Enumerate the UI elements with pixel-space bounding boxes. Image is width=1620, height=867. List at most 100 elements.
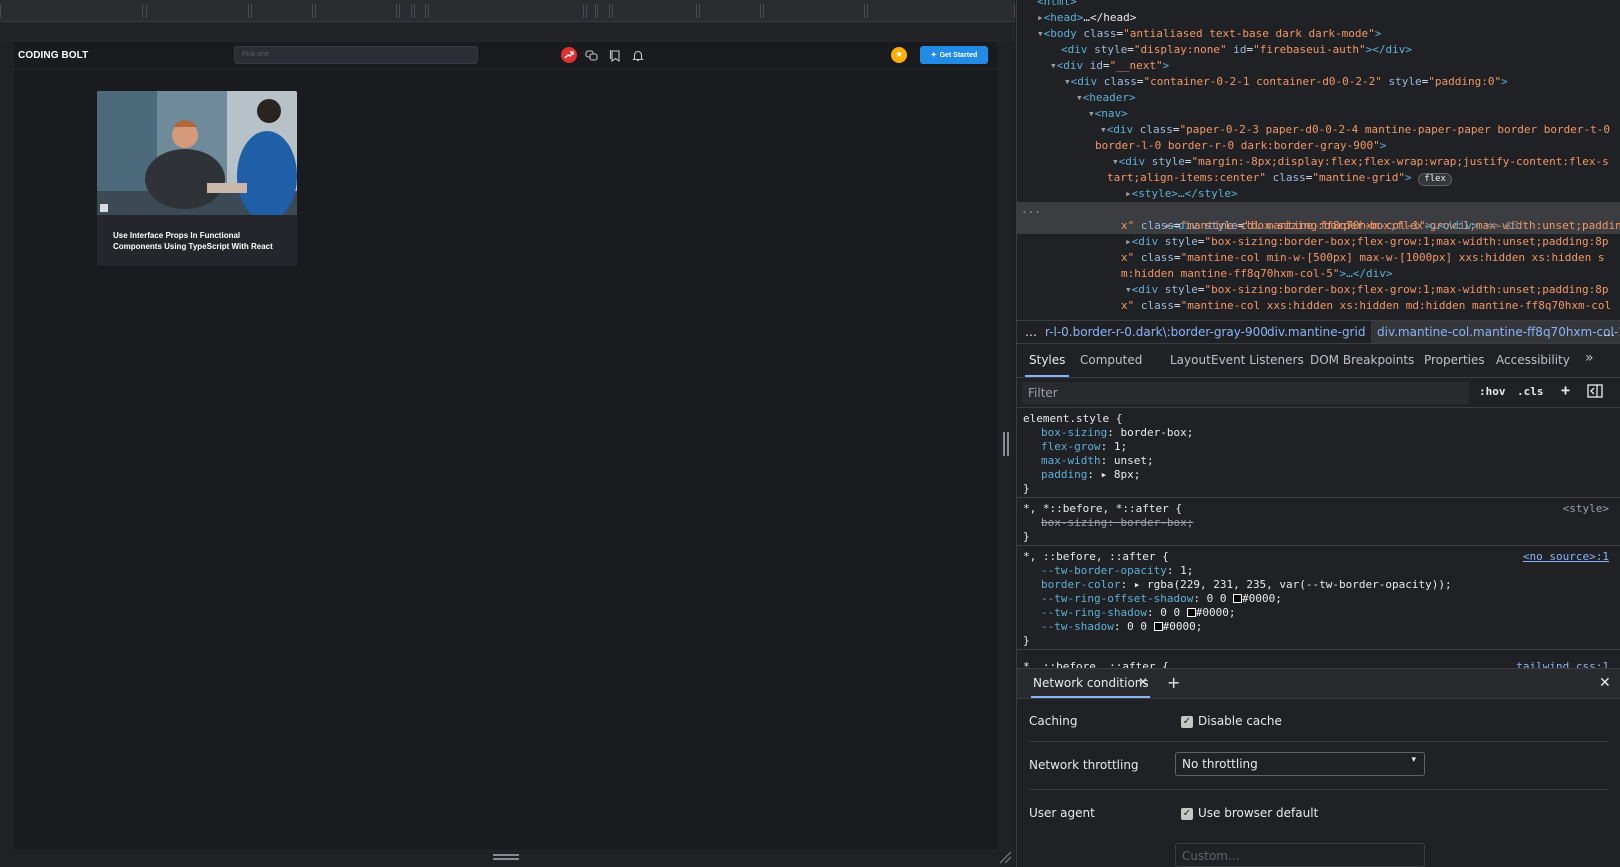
tab-dom-breakpoints[interactable]: DOM Breakpoints: [1310, 353, 1414, 367]
ruler-segment[interactable]: [414, 4, 426, 18]
disable-cache-label[interactable]: Disable cache: [1198, 714, 1282, 728]
article-title[interactable]: Use Interface Props In Functional Compon…: [113, 230, 283, 252]
more-tabs-icon[interactable]: »: [1585, 350, 1594, 366]
site-logo[interactable]: CODING BOLT: [18, 50, 88, 61]
flex-badge[interactable]: flex: [1418, 173, 1452, 186]
new-rule-button[interactable]: +: [1561, 381, 1570, 399]
style-declaration[interactable]: max-width: unset;: [1041, 454, 1154, 468]
ruler-segment[interactable]: [612, 4, 697, 18]
hover-state-button[interactable]: :hov: [1479, 385, 1506, 398]
more-icon[interactable]: ...: [1021, 202, 1041, 218]
style-declaration[interactable]: padding: ▸ 8px;: [1041, 468, 1140, 482]
collapse-arrow-icon[interactable]: ▾: [1050, 59, 1057, 72]
bookmarks-icon[interactable]: [607, 47, 623, 63]
breadcrumb-overflow[interactable]: …: [1025, 321, 1037, 343]
style-declaration[interactable]: border-color: ▸ rgba(229, 231, 235, var(…: [1041, 578, 1452, 592]
dom-node[interactable]: ▾<div class="paper-0-2-3 paper-d0-0-2-4 …: [1017, 122, 1620, 138]
ruler-segment[interactable]: [867, 4, 1015, 18]
ruler-segment[interactable]: [399, 4, 412, 18]
toggle-sidebar-icon[interactable]: [1587, 384, 1603, 401]
style-declaration-overridden[interactable]: box-sizing: border-box;: [1041, 516, 1193, 530]
resize-grip[interactable]: [493, 858, 519, 860]
rule-source-link[interactable]: <no source>:1: [1523, 550, 1609, 563]
dom-node[interactable]: ▾<nav>: [1017, 106, 1620, 122]
breadcrumb-overflow[interactable]: …: [1603, 321, 1615, 343]
style-declaration[interactable]: box-sizing: border-box;: [1041, 426, 1193, 440]
dom-node[interactable]: ▸<style>…</style>: [1017, 186, 1620, 202]
ruler-segment[interactable]: [428, 4, 584, 18]
tab-layout[interactable]: Layout: [1170, 353, 1211, 367]
dom-node[interactable]: ▾<body class="antialiased text-base dark…: [1017, 26, 1620, 42]
trend-up-icon[interactable]: [561, 47, 577, 63]
dom-node[interactable]: ▾<div style="margin:-8px;display:flex;fl…: [1017, 154, 1620, 170]
ruler-segment[interactable]: [315, 4, 397, 18]
class-toggle-button[interactable]: .cls: [1517, 385, 1544, 398]
color-swatch[interactable]: [1186, 608, 1196, 617]
rule-selector[interactable]: *, ::before, ::after {: [1023, 550, 1169, 564]
tab-accessibility[interactable]: Accessibility: [1496, 353, 1570, 367]
ruler-segment[interactable]: [699, 4, 761, 18]
styles-filter-input[interactable]: Filter: [1022, 382, 1469, 404]
style-declaration[interactable]: --tw-shadow: 0 0 #0000;: [1041, 620, 1202, 634]
dom-node[interactable]: ▾<div class="container-0-2-1 container-d…: [1017, 74, 1620, 90]
ruler-segment[interactable]: [763, 4, 865, 18]
dom-node[interactable]: ▾<div id="__next">: [1017, 58, 1620, 74]
collapse-arrow-icon[interactable]: ▾: [1088, 107, 1095, 120]
collapse-arrow-icon[interactable]: ▾: [1076, 91, 1083, 104]
tab-network-conditions[interactable]: Network conditions: [1033, 676, 1149, 690]
rule-selector[interactable]: *, *::before, *::after {: [1023, 502, 1182, 516]
collapse-arrow-icon[interactable]: ▾: [1125, 283, 1132, 296]
style-declaration[interactable]: --tw-ring-offset-shadow: 0 0 #0000;: [1041, 592, 1282, 606]
browser-default-label[interactable]: Use browser default: [1198, 806, 1318, 820]
dom-node[interactable]: ▾<div style="box-sizing:border-box;flex-…: [1017, 282, 1620, 298]
tab-computed[interactable]: Computed: [1080, 353, 1142, 367]
collapse-arrow-icon[interactable]: ▾: [1037, 27, 1044, 40]
expand-arrow-icon[interactable]: ▸: [1125, 235, 1132, 248]
dom-node-selected[interactable]: ... ▸<div style="box-sizing:border-box;fl…: [1017, 202, 1620, 234]
ruler-segment[interactable]: [597, 4, 610, 18]
resize-grip[interactable]: [493, 854, 519, 856]
ruler-segment[interactable]: [146, 4, 249, 18]
expand-arrow-icon[interactable]: ▸: [1037, 11, 1044, 24]
breadcrumb-item[interactable]: r-l-0.border-r-0.dark\:border-gray-900: [1045, 321, 1268, 343]
ruler-segment[interactable]: [586, 4, 596, 18]
resize-corner-icon[interactable]: [998, 850, 1012, 864]
bell-icon[interactable]: [630, 47, 646, 63]
messages-icon[interactable]: [583, 47, 599, 63]
close-drawer-icon[interactable]: ✕: [1599, 675, 1611, 691]
expand-arrow-icon[interactable]: ▸: [1125, 187, 1132, 200]
color-swatch[interactable]: [1233, 594, 1243, 603]
dom-node[interactable]: ▾<header>: [1017, 90, 1620, 106]
rule-selector[interactable]: element.style {: [1023, 412, 1122, 426]
close-tab-icon[interactable]: ✕: [1138, 675, 1148, 689]
article-card[interactable]: Use Interface Props In Functional Compon…: [97, 91, 297, 266]
dom-node[interactable]: <div style="display:none" id="firebaseui…: [1017, 42, 1620, 58]
style-declaration[interactable]: flex-grow: 1;: [1041, 440, 1127, 454]
collapse-arrow-icon[interactable]: ▾: [1100, 123, 1107, 136]
dom-node[interactable]: ▸<head>…</head>: [1017, 10, 1620, 26]
tab-event-listeners[interactable]: Event Listeners: [1211, 353, 1304, 367]
rule-source-link[interactable]: tailwind.css:1: [1516, 660, 1609, 668]
resize-handle-vertical[interactable]: [1003, 432, 1009, 456]
star-icon[interactable]: ★: [891, 47, 907, 63]
search-select[interactable]: Pick one: [234, 46, 478, 64]
dom-node[interactable]: ▸<div style="box-sizing:border-box;flex-…: [1017, 234, 1620, 250]
ruler-segment[interactable]: [251, 4, 313, 18]
tab-properties[interactable]: Properties: [1424, 353, 1485, 367]
rule-selector[interactable]: *, ::before, ::after {: [1023, 660, 1169, 668]
get-started-button[interactable]: ✦ Get Started: [920, 46, 988, 64]
style-declaration[interactable]: --tw-border-opacity: 1;: [1041, 564, 1193, 578]
browser-default-checkbox[interactable]: ✓: [1181, 808, 1193, 820]
style-declaration[interactable]: --tw-ring-shadow: 0 0 #0000;: [1041, 606, 1235, 620]
collapse-arrow-icon[interactable]: ▾: [1112, 155, 1119, 168]
disable-cache-checkbox[interactable]: ✓: [1181, 716, 1193, 728]
breadcrumb-item[interactable]: div.mantine-grid: [1267, 321, 1365, 343]
add-drawer-tab-icon[interactable]: +: [1167, 673, 1180, 692]
dom-node[interactable]: <html>: [1017, 0, 1620, 10]
collapse-arrow-icon[interactable]: ▾: [1064, 75, 1071, 88]
custom-user-agent-select[interactable]: Custom...: [1175, 843, 1425, 867]
tab-styles[interactable]: Styles: [1029, 353, 1065, 367]
ruler-segment[interactable]: [0, 4, 143, 18]
breadcrumb-item-current[interactable]: div.mantine-col.mantine-ff8q70hxm-col-1: [1371, 321, 1620, 343]
rule-source[interactable]: <style>: [1563, 502, 1609, 515]
